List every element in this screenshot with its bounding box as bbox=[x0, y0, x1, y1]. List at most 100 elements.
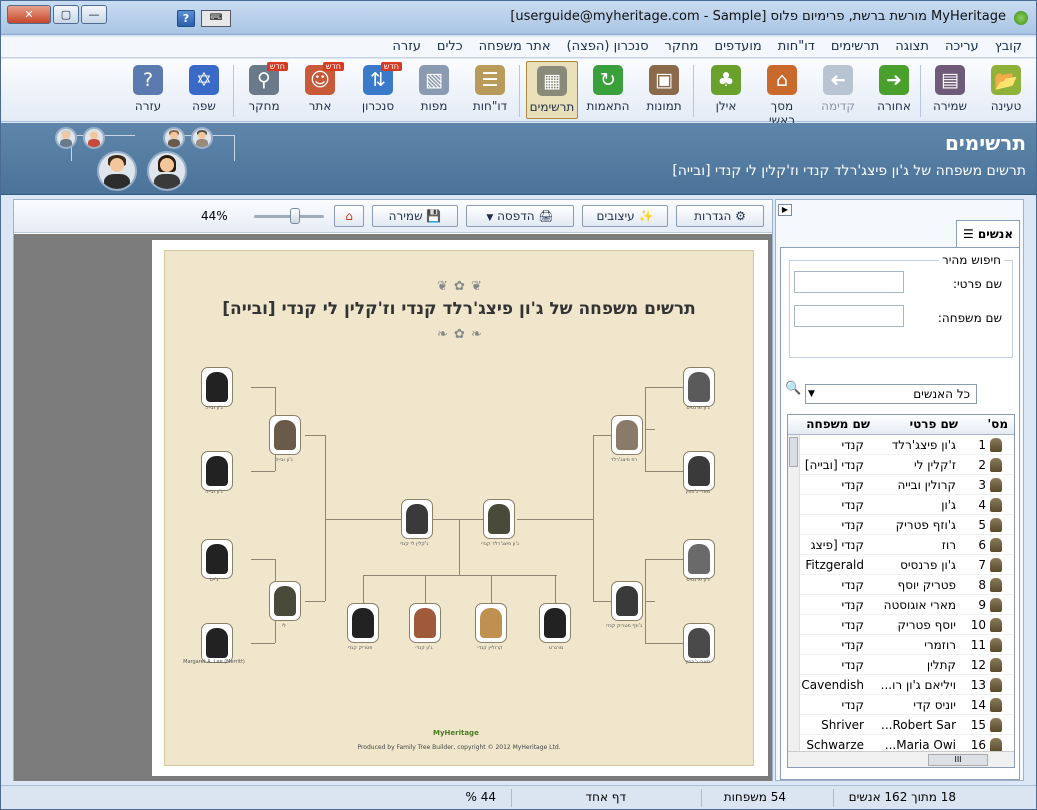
table-row[interactable]: 3 קרולין ובייה קנדי bbox=[788, 475, 1014, 495]
keyboard-icon[interactable]: ⌨ bbox=[201, 10, 231, 27]
tree-person-photo[interactable] bbox=[475, 603, 507, 643]
toolbar-label: אחורה bbox=[877, 99, 911, 113]
toolbar-tree-button[interactable]: ♣ אילן bbox=[700, 61, 752, 119]
chart-settings-button[interactable]: ⚙ הגדרות bbox=[676, 205, 764, 227]
table-row[interactable]: 12 קתלין קנדי bbox=[788, 655, 1014, 675]
tree-person-photo[interactable] bbox=[683, 539, 715, 579]
first-name-input[interactable] bbox=[794, 271, 904, 293]
toolbar-language-flag-button[interactable]: ✡ שפה bbox=[178, 61, 230, 119]
table-row[interactable]: 10 יוסף פטריק קנדי bbox=[788, 615, 1014, 635]
settings-icon: ⚙ bbox=[735, 209, 746, 223]
toolbar-save-button[interactable]: ▤ שמירה bbox=[924, 61, 976, 119]
toolbar-open-folder-button[interactable]: 📂 טעינה bbox=[980, 61, 1032, 119]
toolbar-home-button[interactable]: ⌂ מסך ראשי bbox=[756, 61, 808, 127]
vertical-scrollbar[interactable] bbox=[788, 435, 800, 751]
family-tree-chart[interactable]: ❦ ✿ ❦ תרשים משפחה של ג'ון פיצג'רלד קנדי … bbox=[164, 250, 754, 766]
toolbar-label: קדימה bbox=[821, 99, 855, 113]
tree-person-photo[interactable] bbox=[611, 581, 643, 621]
menu-favorites[interactable]: מועדפים bbox=[706, 37, 769, 57]
menu-family-site[interactable]: אתר משפחה bbox=[471, 37, 559, 57]
tab-people[interactable]: אנשים ☰ bbox=[956, 220, 1020, 248]
table-row[interactable]: 7 ג'ון פרנסיס Fitzgerald bbox=[788, 555, 1014, 575]
table-row[interactable]: 1 ג'ון פיצג'רלד קנדי bbox=[788, 435, 1014, 455]
column-header-first-name[interactable]: שם פרטי bbox=[910, 417, 958, 431]
tree-connector-line bbox=[425, 575, 426, 603]
toolbar-forward-arrow-button[interactable]: ➜ קדימה bbox=[812, 61, 864, 119]
horizontal-scrollbar[interactable]: III bbox=[788, 751, 1014, 767]
search-icon[interactable]: 🔍 bbox=[785, 381, 803, 401]
tree-person-photo[interactable] bbox=[201, 623, 233, 663]
toolbar-matches-button[interactable]: ↻ התאמות bbox=[582, 61, 634, 119]
toolbar-charts-button[interactable]: ▦ תרשימים bbox=[526, 61, 578, 119]
zoom-slider-handle[interactable] bbox=[290, 208, 300, 224]
menu-view[interactable]: תצוגה bbox=[887, 37, 937, 57]
chevron-down-icon[interactable]: ▼ bbox=[486, 213, 493, 223]
menu-sync[interactable]: סנכרון (הפצה) bbox=[559, 37, 657, 57]
chart-print-button[interactable]: 🖨 הדפסה ▼ bbox=[466, 205, 574, 227]
collapse-pane-button[interactable]: ▶ bbox=[778, 204, 792, 216]
grandmother-avatar-icon bbox=[83, 127, 105, 149]
tree-person-photo[interactable] bbox=[483, 499, 515, 539]
menu-edit[interactable]: עריכה bbox=[937, 37, 987, 57]
cell-number: 8 bbox=[978, 578, 986, 592]
menu-research[interactable]: מחקר bbox=[657, 37, 707, 57]
zoom-slider-track[interactable] bbox=[254, 215, 324, 218]
last-name-input[interactable] bbox=[794, 305, 904, 327]
menu-charts[interactable]: תרשימים bbox=[823, 37, 887, 57]
chevron-down-icon[interactable]: ▼ bbox=[808, 385, 815, 403]
minimize-window-button[interactable]: — bbox=[81, 5, 107, 24]
page-count-status: דף אחד bbox=[585, 790, 626, 804]
person-silhouette-icon bbox=[206, 544, 228, 574]
person-icon bbox=[990, 458, 1002, 472]
column-header-last-name[interactable]: שם משפחה bbox=[806, 417, 870, 431]
menu-reports[interactable]: דו"חות bbox=[770, 37, 823, 57]
close-window-button[interactable]: ✕ bbox=[7, 5, 51, 24]
tree-connector-line bbox=[305, 601, 325, 602]
tree-person-photo[interactable] bbox=[347, 603, 379, 643]
last-name-label: שם משפחה: bbox=[937, 311, 1002, 325]
help-title-button[interactable]: ? bbox=[177, 10, 195, 27]
menu-tools[interactable]: כלים bbox=[429, 37, 471, 57]
chart-save-button[interactable]: 💾 שמירה bbox=[372, 205, 458, 227]
table-row[interactable]: 2 ז'קלין לי קנדי [ובייה] bbox=[788, 455, 1014, 475]
menu-file[interactable]: קובץ bbox=[987, 37, 1030, 57]
tree-person-photo[interactable] bbox=[683, 451, 715, 491]
toolbar-maps-button[interactable]: ▧ מפות bbox=[408, 61, 460, 119]
matches-icon: ↻ bbox=[593, 65, 623, 95]
people-filter-select[interactable]: כל האנשים ▼ bbox=[805, 384, 977, 404]
tree-person-photo[interactable] bbox=[201, 367, 233, 407]
tree-person-photo[interactable] bbox=[409, 603, 441, 643]
table-row[interactable]: 8 פטריק יוסף קנדי bbox=[788, 575, 1014, 595]
banner-title: תרשימים bbox=[944, 131, 1026, 155]
table-row[interactable]: 11 רוזמרי קנדי bbox=[788, 635, 1014, 655]
tree-person-photo[interactable] bbox=[611, 415, 643, 455]
tree-person-photo[interactable] bbox=[201, 451, 233, 491]
table-row[interactable]: 4 ג'ון קנדי bbox=[788, 495, 1014, 515]
tree-person-photo[interactable] bbox=[401, 499, 433, 539]
cell-last-name: Schwarze bbox=[806, 738, 864, 752]
tree-person-photo[interactable] bbox=[683, 623, 715, 663]
scrollbar-thumb[interactable] bbox=[789, 437, 798, 467]
table-row[interactable]: 9 מארי אוגוסטה קנדי bbox=[788, 595, 1014, 615]
maximize-window-button[interactable]: ▢ bbox=[53, 5, 79, 24]
tree-person-photo[interactable] bbox=[201, 539, 233, 579]
toolbar-reports-button[interactable]: ☰ דו"חות bbox=[464, 61, 516, 119]
tree-person-photo[interactable] bbox=[539, 603, 571, 643]
table-row[interactable]: 6 רוז קנדי [פיצג bbox=[788, 535, 1014, 555]
column-header-number[interactable]: מס' bbox=[987, 417, 1008, 431]
chart-styles-button[interactable]: ✨ עיצובים bbox=[582, 205, 668, 227]
toolbar-photos-button[interactable]: ▣ תמונות bbox=[638, 61, 690, 119]
table-row[interactable]: 15 Robert Sar... Shriver bbox=[788, 715, 1014, 735]
tree-person-photo[interactable] bbox=[269, 415, 301, 455]
toolbar-help-button[interactable]: ? עזרה bbox=[122, 61, 174, 119]
table-row[interactable]: 5 ג'וזף פטריק קנדי bbox=[788, 515, 1014, 535]
tree-person-photo[interactable] bbox=[269, 581, 301, 621]
table-row[interactable]: 13 ויליאם ג'ון רו... Cavendish bbox=[788, 675, 1014, 695]
scrollbar-thumb[interactable]: III bbox=[928, 754, 988, 766]
tree-person-photo[interactable] bbox=[683, 367, 715, 407]
banner-subtitle: תרשים משפחה של ג'ון פיצג'רלד קנדי וז'קלי… bbox=[672, 163, 1026, 179]
toolbar-back-arrow-button[interactable]: ➜ אחורה bbox=[868, 61, 920, 119]
chart-home-button[interactable]: ⌂ bbox=[334, 205, 364, 227]
menu-help[interactable]: עזרה bbox=[384, 37, 428, 57]
table-row[interactable]: 14 יוניס קדי קנדי bbox=[788, 695, 1014, 715]
